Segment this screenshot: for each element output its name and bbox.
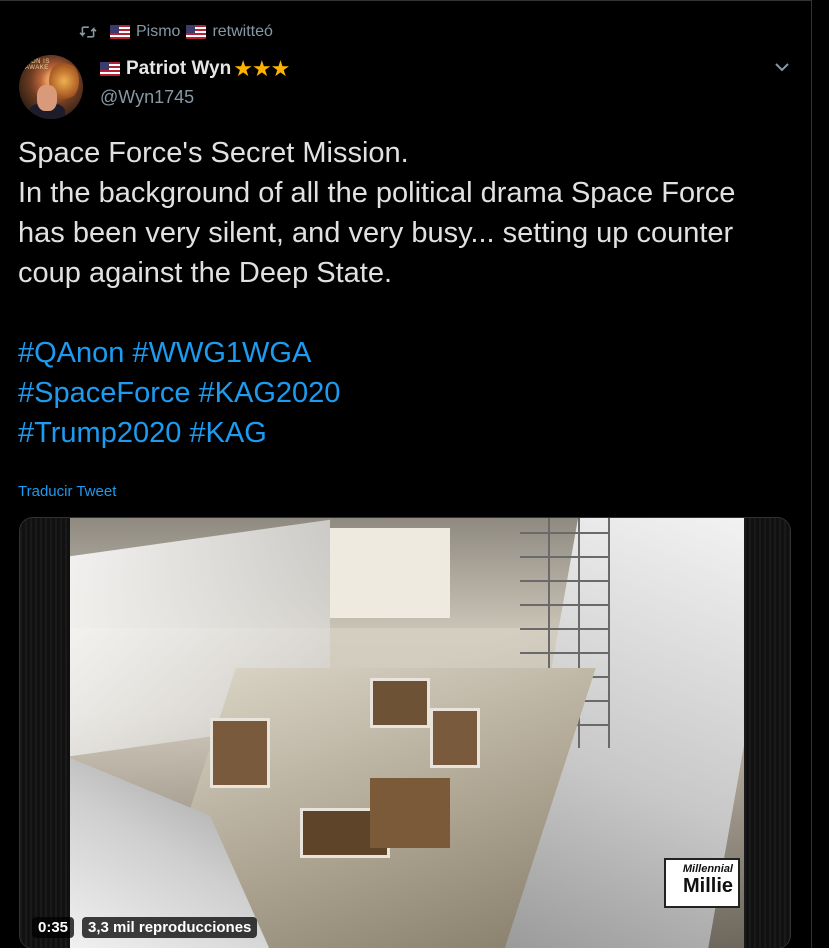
avatar-text: LION IS AWAKE xyxy=(25,59,50,71)
tweet-text-line: In the background of all the political d… xyxy=(18,177,736,209)
tweet-text: Space Force's Secret Mission. In the bac… xyxy=(18,133,798,453)
hashtag-line[interactable]: #SpaceForce #KAG2020 xyxy=(18,373,798,413)
video-scene-crate xyxy=(370,678,430,728)
us-flag-icon xyxy=(186,25,207,39)
avatar-face-shape xyxy=(37,85,57,111)
tweet-text-line: Space Force's Secret Mission. xyxy=(18,137,409,169)
tweet-text-line: coup against the Deep State. xyxy=(18,257,393,289)
video-letterbox-left xyxy=(20,518,70,948)
tweet-container: Pismo retwitteó LION IS AWAKE Patriot Wy… xyxy=(0,0,812,948)
watermark-line2: Millie xyxy=(682,875,733,897)
us-flag-icon xyxy=(110,25,130,39)
video-frame[interactable] xyxy=(70,518,746,948)
retweet-action-label: retwitteó xyxy=(212,23,273,40)
video-views-badge: 3,3 mil reproducciones xyxy=(82,917,258,938)
video-scene-crate xyxy=(210,718,270,788)
author-display-name[interactable]: Patriot Wyn xyxy=(126,58,231,80)
video-watermark-logo: Millennial Millie xyxy=(664,858,740,908)
hashtag-line[interactable]: #QAnon #WWG1WGA xyxy=(18,333,798,373)
author-name-row[interactable]: Patriot Wyn ★★★ xyxy=(100,56,290,81)
video-duration-badge: 0:35 xyxy=(32,917,75,938)
retweet-icon xyxy=(79,26,97,38)
us-flag-icon xyxy=(100,62,120,76)
avatar[interactable]: LION IS AWAKE xyxy=(19,55,83,119)
video-scene-window xyxy=(330,528,450,618)
translate-tweet-link[interactable]: Traducir Tweet xyxy=(18,483,116,500)
hashtag-line[interactable]: #Trump2020 #KAG xyxy=(18,413,798,453)
tweet-text-line: has been very silent, and very busy... s… xyxy=(18,217,734,249)
video-scene-floor-panel xyxy=(370,778,450,848)
watermark-line1: Millennial xyxy=(682,863,733,875)
video-player[interactable]: Millennial Millie 0:35 3,3 mil reproducc… xyxy=(19,517,791,948)
retweeter-name[interactable]: Pismo xyxy=(136,23,180,41)
author-handle[interactable]: @Wyn1745 xyxy=(100,87,194,108)
retweet-context[interactable]: Pismo retwitteó xyxy=(78,21,273,43)
video-scene-crate xyxy=(430,708,480,768)
stars-emoji: ★★★ xyxy=(233,56,290,81)
chevron-down-icon[interactable] xyxy=(774,59,790,75)
video-letterbox-right xyxy=(744,518,790,948)
